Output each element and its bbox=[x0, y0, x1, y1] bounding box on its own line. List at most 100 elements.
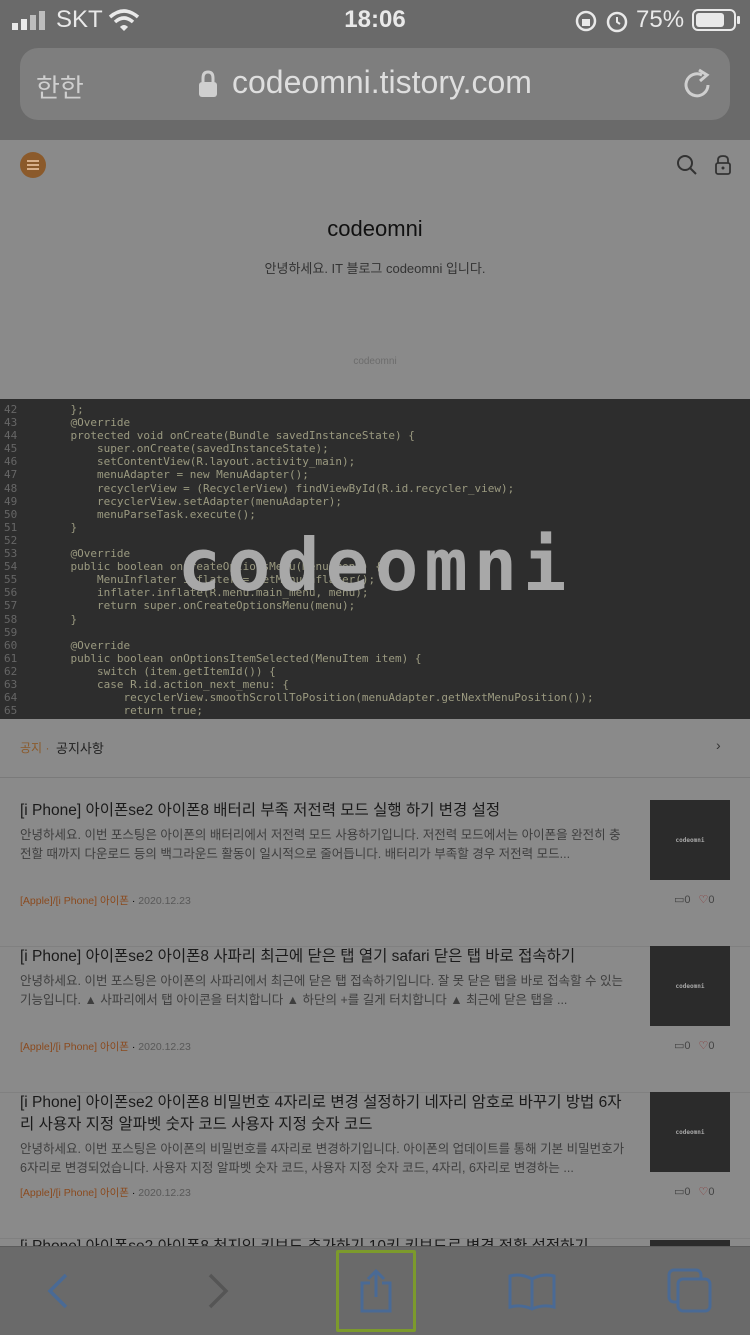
code-line: 61 public boolean onOptionsItemSelected(… bbox=[4, 652, 594, 665]
code-line-text: @Override bbox=[44, 638, 131, 652]
blog-description: 안녕하세요. IT 블로그 codeomni 입니다. bbox=[264, 261, 486, 276]
post-excerpt: 안녕하세요. 이번 포스팅은 아이폰의 배터리에서 저전력 모드 사용하기입니다… bbox=[20, 828, 621, 861]
bookmarks-button[interactable] bbox=[492, 1247, 572, 1335]
address-bar[interactable]: 한한 codeomni.tistory.com bbox=[20, 48, 730, 120]
post-item[interactable]: [i Phone] 아이폰se2 아이폰8 천지인 키보드 추가하기 10키 키… bbox=[0, 1234, 750, 1246]
code-line-number: 48 bbox=[4, 481, 18, 495]
tabs-icon bbox=[667, 1268, 712, 1313]
code-line-number: 50 bbox=[4, 507, 18, 521]
code-line: 65 return true; bbox=[4, 704, 594, 717]
post-meta: [Apple]/[i Phone] 아이폰 · 2020.12.23 bbox=[20, 1041, 191, 1053]
post-item[interactable]: [i Phone] 아이폰se2 아이폰8 비밀번호 4자리로 변경 설정하기 … bbox=[0, 1092, 750, 1239]
post-category[interactable]: [Apple]/[i Phone] 아이폰 bbox=[20, 1041, 129, 1053]
post-date: 2020.12.23 bbox=[138, 1041, 191, 1053]
battery-percentage: 75% bbox=[636, 6, 685, 33]
code-line-number: 58 bbox=[4, 612, 18, 626]
code-line-text: menuAdapter = new MenuAdapter(); bbox=[44, 468, 309, 482]
code-line-text: } bbox=[44, 612, 78, 626]
notice-category: 공지 · bbox=[20, 739, 49, 756]
post-counts: ▭0 ♡0 bbox=[674, 1039, 715, 1052]
post-date: 2020.12.23 bbox=[138, 895, 191, 907]
tabs-button[interactable] bbox=[650, 1247, 730, 1335]
post-thumbnail[interactable]: codeomni bbox=[650, 1092, 730, 1172]
browser-toolbar bbox=[0, 1246, 750, 1335]
code-line-text: recyclerView = (RecyclerView) findViewBy… bbox=[44, 481, 515, 495]
like-count: 0 bbox=[708, 894, 715, 906]
code-line-number: 45 bbox=[4, 442, 18, 456]
menu-icon[interactable] bbox=[20, 152, 46, 178]
like-count: 0 bbox=[708, 1040, 715, 1052]
code-line-text: public boolean onOptionsItemSelected(Men… bbox=[44, 651, 422, 665]
comment-icon: ▭ bbox=[674, 894, 685, 906]
heart-icon[interactable]: ♡ bbox=[699, 894, 709, 906]
notice-text: 공지사항 bbox=[56, 741, 104, 756]
text-size-button[interactable]: 한한 bbox=[36, 68, 84, 105]
notice-separator: · bbox=[45, 741, 50, 755]
url-text[interactable]: codeomni.tistory.com bbox=[232, 64, 532, 101]
forward-button[interactable] bbox=[178, 1247, 258, 1335]
comment-count: 0 bbox=[684, 894, 691, 906]
notice-bar[interactable]: 공지 · 공지사항 › bbox=[0, 719, 750, 778]
back-button[interactable] bbox=[18, 1247, 98, 1335]
code-line-text: @Override bbox=[44, 416, 131, 430]
code-line-text: return true; bbox=[44, 704, 203, 718]
reload-icon[interactable] bbox=[680, 68, 714, 102]
post-item[interactable]: [i Phone] 아이폰se2 아이폰8 배터리 부족 저전력 모드 실행 하… bbox=[0, 800, 750, 947]
comment-icon: ▭ bbox=[674, 1040, 685, 1052]
post-excerpt: 안녕하세요. 이번 포스팅은 아이폰의 비밀번호를 4자리로 변경하기입니다. … bbox=[20, 1142, 625, 1175]
post-title[interactable]: [i Phone] 아이폰se2 아이폰8 사파리 최근에 닫은 탭 열기 sa… bbox=[20, 946, 630, 968]
code-line-text: }; bbox=[44, 403, 84, 416]
rotation-lock-icon bbox=[575, 10, 597, 32]
comment-count: 0 bbox=[684, 1040, 691, 1052]
blog-title[interactable]: codeomni bbox=[0, 216, 750, 242]
code-line: 50 menuParseTask.execute(); bbox=[4, 508, 594, 521]
heart-icon[interactable]: ♡ bbox=[699, 1186, 709, 1198]
post-thumbnail[interactable]: codeomni bbox=[650, 800, 730, 880]
post-item[interactable]: [i Phone] 아이폰se2 아이폰8 사파리 최근에 닫은 탭 열기 sa… bbox=[0, 946, 750, 1093]
post-thumbnail[interactable]: codeomni bbox=[650, 946, 730, 1026]
post-category[interactable]: [Apple]/[i Phone] 아이폰 bbox=[20, 1187, 129, 1199]
post-excerpt: 안녕하세요. 이번 포스팅은 아이폰의 사파리에서 최근에 닫은 탭 접속하기입… bbox=[20, 974, 624, 1007]
chevron-right-icon: › bbox=[716, 737, 721, 753]
code-line: 58 } bbox=[4, 613, 594, 626]
heart-icon[interactable]: ♡ bbox=[699, 1040, 709, 1052]
code-line: 60 @Override bbox=[4, 639, 594, 652]
code-line-number: 61 bbox=[4, 651, 18, 665]
code-line-number: 42 bbox=[4, 403, 18, 416]
code-line: 64 recyclerView.smoothScrollToPosition(m… bbox=[4, 691, 594, 704]
post-title[interactable]: [i Phone] 아이폰se2 아이폰8 배터리 부족 저전력 모드 실행 하… bbox=[20, 800, 630, 822]
alarm-icon bbox=[606, 11, 628, 33]
status-bar: SKT 18:06 75% bbox=[0, 0, 750, 40]
code-line: 44 protected void onCreate(Bundle savedI… bbox=[4, 429, 594, 442]
code-line-number: 44 bbox=[4, 429, 18, 443]
post-title[interactable]: [i Phone] 아이폰se2 아이폰8 비밀번호 4자리로 변경 설정하기 … bbox=[20, 1092, 630, 1136]
code-line-number: 47 bbox=[4, 468, 18, 482]
code-line-text: super.onCreate(savedInstanceState); bbox=[44, 442, 329, 456]
blog-small-title: codeomni bbox=[353, 356, 397, 367]
code-line-number: 49 bbox=[4, 494, 18, 508]
battery-icon bbox=[692, 9, 740, 31]
code-line: 48 recyclerView = (RecyclerView) findVie… bbox=[4, 482, 594, 495]
code-line-number: 46 bbox=[4, 455, 18, 469]
back-arrow-icon bbox=[47, 1273, 68, 1309]
post-category[interactable]: [Apple]/[i Phone] 아이폰 bbox=[20, 895, 129, 907]
post-title[interactable]: [i Phone] 아이폰se2 아이폰8 천지인 키보드 추가하기 10키 키… bbox=[20, 1236, 630, 1246]
banner-text: codeomni bbox=[177, 523, 573, 607]
code-line-text: menuParseTask.execute(); bbox=[44, 507, 256, 521]
code-line: 45 super.onCreate(savedInstanceState); bbox=[4, 442, 594, 455]
code-line-text: case R.id.action_next_menu: { bbox=[44, 677, 290, 691]
code-line: 46 setContentView(R.layout.activity_main… bbox=[4, 455, 594, 468]
lock-icon bbox=[199, 70, 217, 97]
share-button-highlight bbox=[336, 1250, 416, 1332]
code-line: 42 }; bbox=[4, 403, 594, 416]
search-icon[interactable] bbox=[676, 154, 698, 176]
bookmarks-icon bbox=[508, 1273, 556, 1311]
code-line: 47 menuAdapter = new MenuAdapter(); bbox=[4, 468, 594, 481]
login-lock-icon[interactable] bbox=[714, 154, 732, 176]
post-meta: [Apple]/[i Phone] 아이폰 · 2020.12.23 bbox=[20, 895, 191, 907]
code-line: 59 bbox=[4, 626, 594, 639]
code-line-text: switch (item.getItemId()) { bbox=[44, 664, 276, 678]
code-line-number: 62 bbox=[4, 664, 18, 678]
code-line-number: 43 bbox=[4, 416, 18, 430]
address-bar-area: 한한 codeomni.tistory.com bbox=[0, 40, 750, 140]
